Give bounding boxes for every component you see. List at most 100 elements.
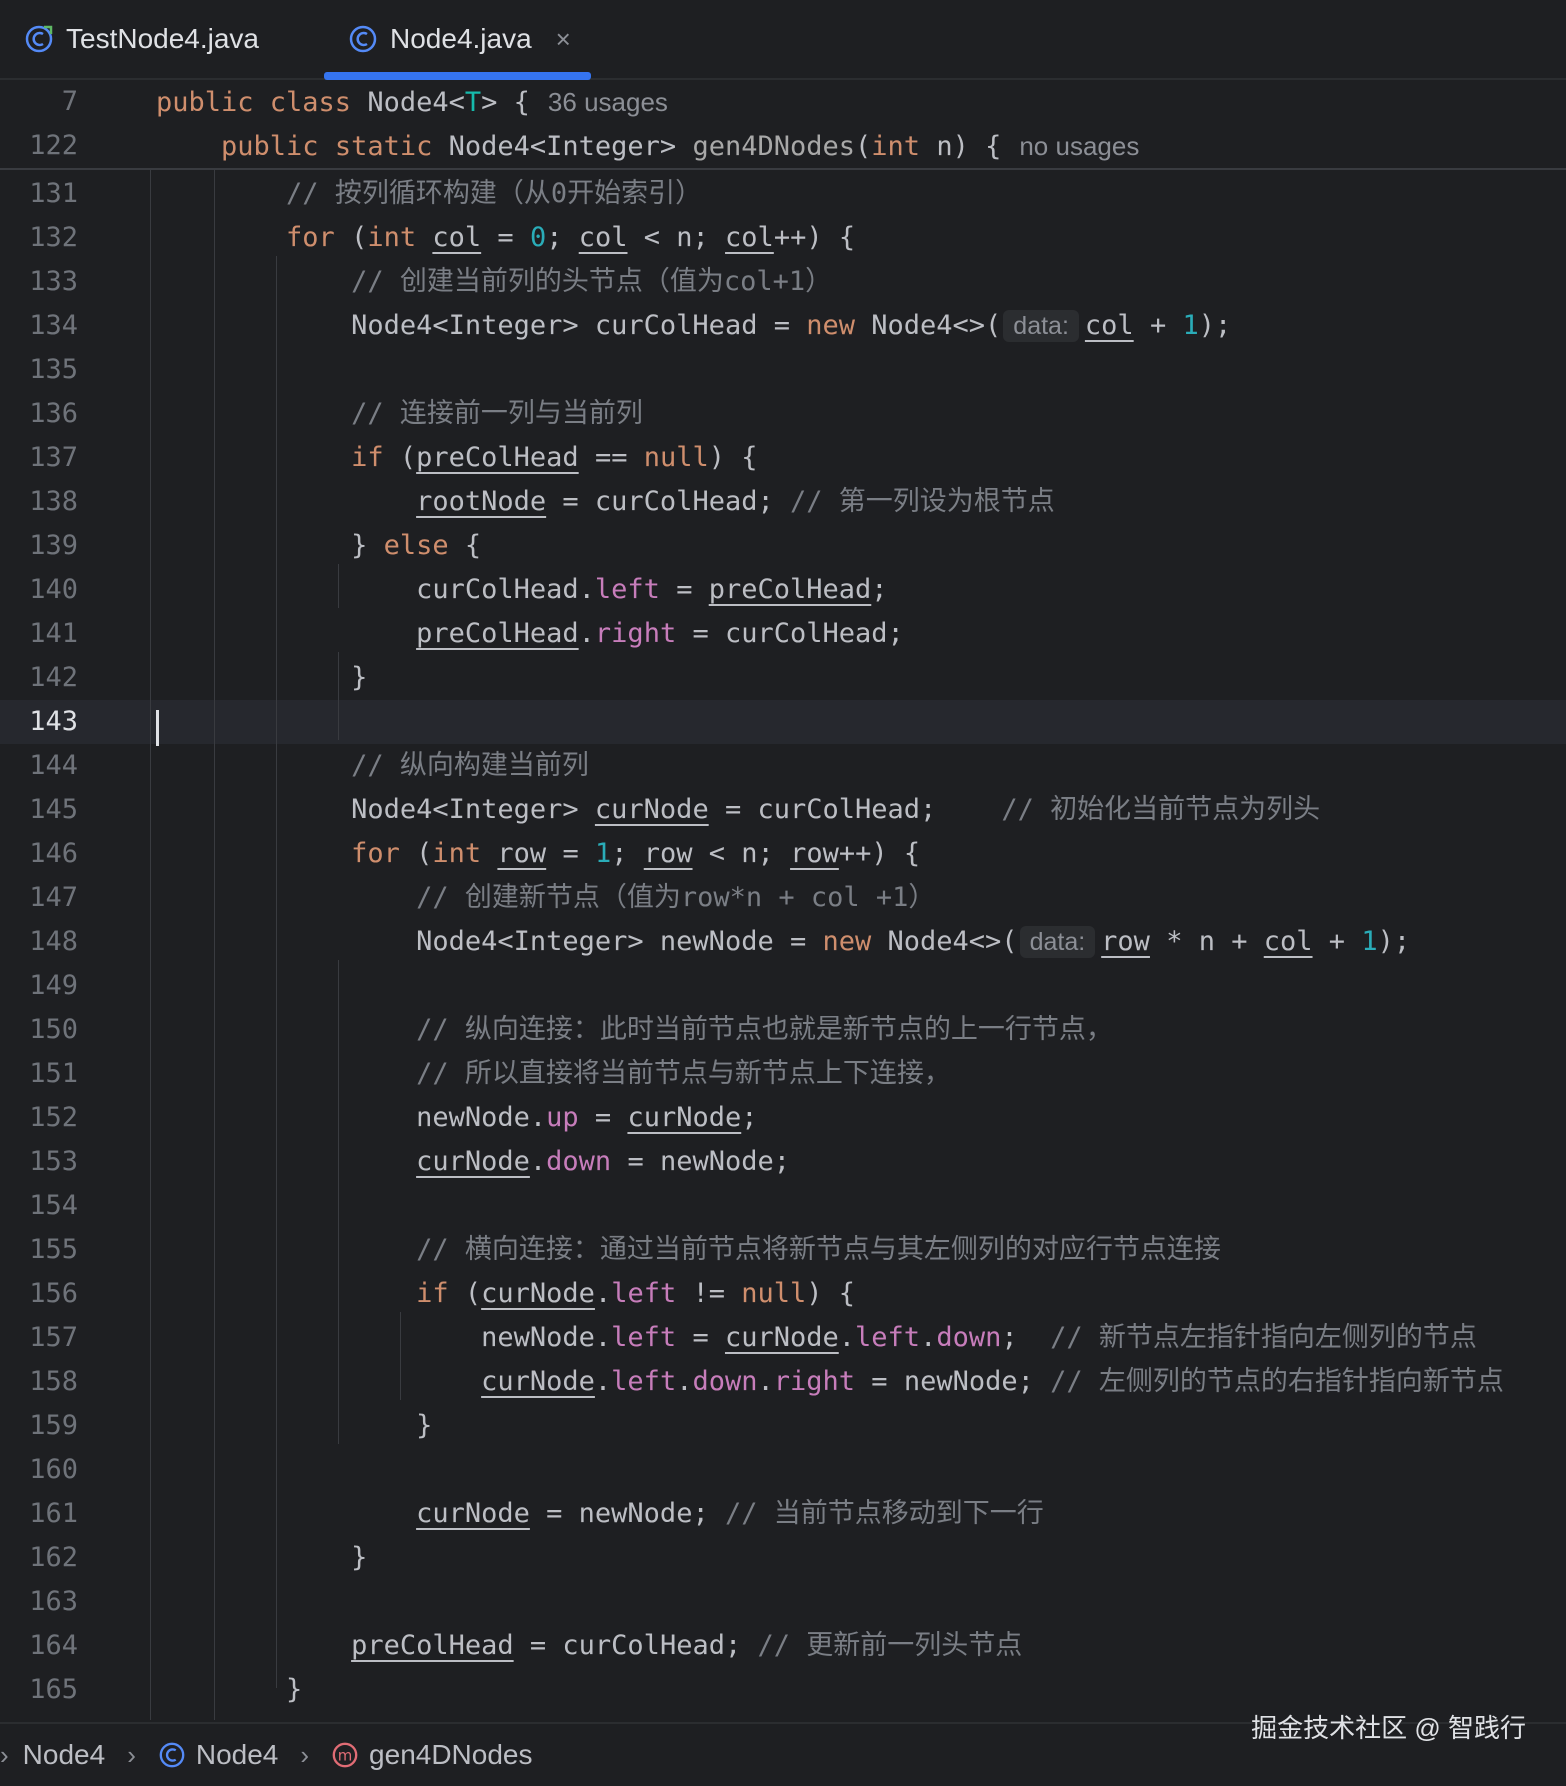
code-token: n) { [936, 131, 1002, 162]
line-code: // 横向连接：通过当前节点将新节点与其左侧列的对应行节点连接 [156, 1228, 1221, 1272]
code-line[interactable]: 154 [0, 1184, 1566, 1228]
line-number: 165 [29, 1674, 78, 1705]
code-token: for [286, 222, 352, 253]
breadcrumb-method[interactable]: m gen4DNodes [331, 1739, 533, 1771]
text-caret [156, 710, 159, 746]
code-line[interactable]: 144 // 纵向构建当前列 [0, 744, 1566, 788]
breadcrumb-package[interactable]: Node4 [23, 1739, 106, 1771]
code-line[interactable]: 141 preColHead.right = curColHead; [0, 612, 1566, 656]
code-line[interactable]: 148 Node4<Integer> newNode = new Node4<>… [0, 920, 1566, 964]
code-line[interactable]: 135 [0, 348, 1566, 392]
line-code: } [156, 1668, 302, 1712]
code-token: curNode [416, 1146, 530, 1177]
line-code: Node4<Integer> newNode = new Node4<>(dat… [156, 920, 1410, 964]
code-line[interactable]: 158 curNode.left.down.right = newNode; /… [0, 1360, 1566, 1404]
code-token: ); [1198, 310, 1232, 341]
code-token: Node4<Integer> [156, 794, 595, 825]
code-line[interactable]: 7 public class Node4<T> {36 usages [0, 80, 1566, 124]
line-number: 157 [29, 1322, 78, 1353]
code-line[interactable]: 157 newNode.left = curNode.left.down; //… [0, 1316, 1566, 1360]
code-token: up [546, 1102, 579, 1133]
code-line[interactable]: 131 // 按列循环构建（从0开始索引） [0, 172, 1566, 216]
code-token: 0 [529, 222, 547, 253]
code-line[interactable]: 162 } [0, 1536, 1566, 1580]
code-line[interactable]: 146 for (int row = 1; row < n; row++) { [0, 832, 1566, 876]
code-token: . [838, 1322, 856, 1353]
line-number: 131 [29, 178, 78, 209]
code-line[interactable]: 142 } [0, 656, 1566, 700]
code-token: Node4<>( [871, 310, 1002, 341]
code-line[interactable]: 138 rootNode = curColHead; // 第一列设为根节点 [0, 480, 1566, 524]
code-token: ; [871, 574, 888, 605]
code-token: Node4<Integer> newNode = [156, 926, 823, 957]
code-token: gen4DNodes [692, 131, 856, 162]
code-token: != [676, 1278, 742, 1309]
code-token: ( [416, 838, 433, 869]
code-line[interactable]: 152 newNode.up = curNode; [0, 1096, 1566, 1140]
code-line[interactable]: 159 } [0, 1404, 1566, 1448]
line-number: 151 [29, 1058, 78, 1089]
code-line[interactable]: 133 // 创建当前列的头节点（值为col+1） [0, 260, 1566, 304]
code-token: ( [351, 222, 368, 253]
code-token: . [920, 1322, 937, 1353]
code-line[interactable]: 149 [0, 964, 1566, 1008]
code-token: > { [481, 87, 530, 118]
code-line[interactable]: 147 // 创建新节点（值为row*n + col +1） [0, 876, 1566, 920]
code-line[interactable]: 137 if (preColHead == null) { [0, 436, 1566, 480]
code-token: // 纵向连接：此时当前节点也就是新节点的上一行节点， [416, 1014, 1113, 1045]
code-token: col [725, 222, 774, 253]
code-line[interactable]: 156 if (curNode.left != null) { [0, 1272, 1566, 1316]
code-token: Node4< [367, 87, 465, 118]
line-number: 162 [29, 1542, 78, 1573]
line-number: 164 [29, 1630, 78, 1661]
line-number: 154 [29, 1190, 78, 1221]
line-number: 133 [29, 266, 78, 297]
code-line[interactable]: 136 // 连接前一列与当前列 [0, 392, 1566, 436]
code-line[interactable]: 165 } [0, 1668, 1566, 1712]
tab-node4[interactable]: Node4.java × [324, 0, 591, 80]
close-icon[interactable]: × [556, 24, 571, 55]
line-code: if (curNode.left != null) { [156, 1272, 855, 1316]
code-line[interactable]: 151 // 所以直接将当前节点与新节点上下连接， [0, 1052, 1566, 1096]
code-line[interactable]: 155 // 横向连接：通过当前节点将新节点与其左侧列的对应行节点连接 [0, 1228, 1566, 1272]
code-token: = curColHead; [546, 486, 790, 517]
editor-tab-bar: TestNode4.java Node4.java × [0, 0, 1566, 80]
code-line[interactable]: 122 public static Node4<Integer> gen4DNo… [0, 124, 1566, 168]
code-line[interactable]: 163 [0, 1580, 1566, 1624]
line-number: 7 [61, 86, 78, 117]
code-line[interactable]: 150 // 纵向连接：此时当前节点也就是新节点的上一行节点， [0, 1008, 1566, 1052]
breadcrumb-separator: › [0, 1739, 9, 1770]
code-line[interactable]: 143 [0, 700, 1566, 744]
line-number: 143 [29, 706, 78, 737]
line-number: 159 [29, 1410, 78, 1441]
code-token: = [676, 1322, 725, 1353]
code-token: preColHead [351, 1630, 514, 1661]
code-token: = curColHead; [676, 618, 904, 649]
tab-testnode4[interactable]: TestNode4.java [24, 0, 259, 78]
line-code: } [156, 1536, 367, 1580]
code-editor[interactable]: 7 public class Node4<T> {36 usages 122 pub… [0, 80, 1566, 1720]
code-line[interactable]: 153 curNode.down = newNode; [0, 1140, 1566, 1184]
usage-count[interactable]: 36 usages [548, 87, 668, 117]
usage-count[interactable]: no usages [1019, 131, 1139, 161]
line-code: rootNode = curColHead; // 第一列设为根节点 [156, 480, 1055, 524]
code-line[interactable]: 161 curNode = newNode; // 当前节点移动到下一行 [0, 1492, 1566, 1536]
code-line[interactable]: 132 for (int col = 0; col < n; col++) { [0, 216, 1566, 260]
code-token: if [351, 442, 400, 473]
code-line[interactable]: 140 curColHead.left = preColHead; [0, 568, 1566, 612]
indent-guide [400, 1312, 401, 1400]
breadcrumb-class[interactable]: Node4 [158, 1739, 278, 1771]
code-token: row [497, 838, 547, 869]
code-line[interactable]: 139 } else { [0, 524, 1566, 568]
code-line[interactable]: 145 Node4<Integer> curNode = curColHead;… [0, 788, 1566, 832]
code-token: curColHead. [156, 574, 595, 605]
line-number: 142 [29, 662, 78, 693]
code-line[interactable]: 160 [0, 1448, 1566, 1492]
line-number: 155 [29, 1234, 78, 1265]
code-token: right [594, 618, 677, 649]
line-code: for (int row = 1; row < n; row++) { [156, 832, 920, 876]
code-line[interactable]: 164 preColHead = curColHead; // 更新前一列头节点 [0, 1624, 1566, 1668]
code-line[interactable]: 134 Node4<Integer> curColHead = new Node… [0, 304, 1566, 348]
